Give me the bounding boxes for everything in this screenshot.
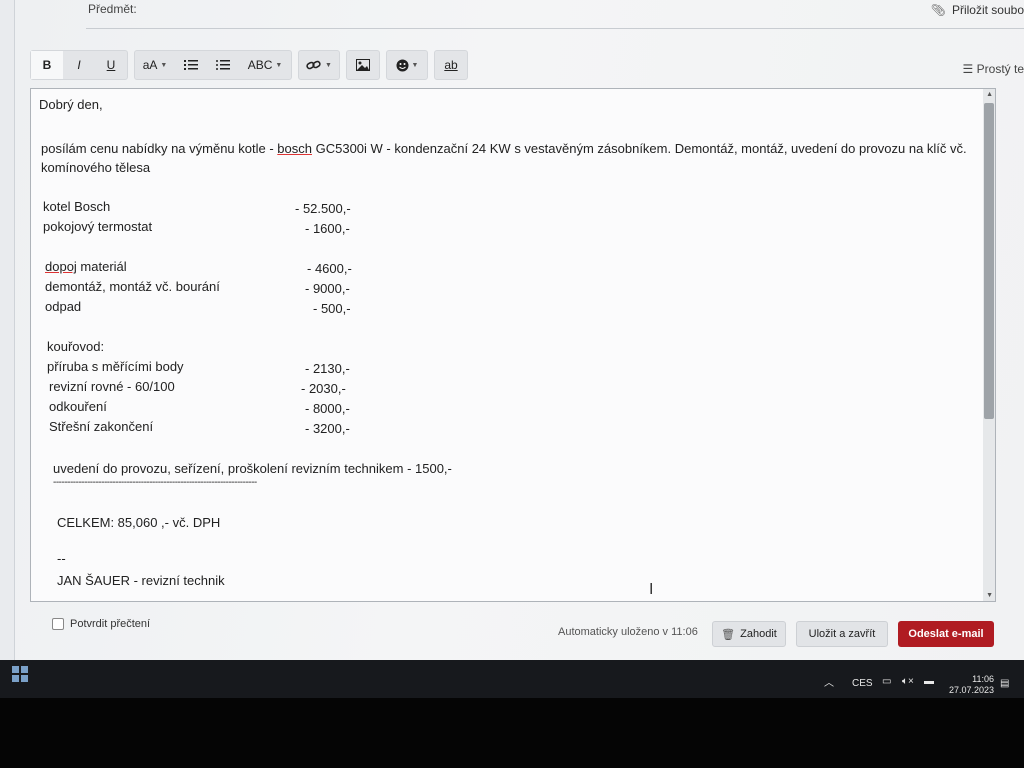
- item-label: pokojový termostat: [43, 219, 153, 234]
- separator-line: ----------------------------------------…: [53, 477, 257, 488]
- bold-button[interactable]: B: [31, 51, 63, 79]
- subject-label: Předmět:: [88, 2, 137, 16]
- system-clock[interactable]: 11:06 27.07.2023: [949, 674, 994, 696]
- monitor-bezel: [0, 698, 1024, 768]
- start-app-icon[interactable]: [12, 666, 28, 682]
- confirm-read-checkbox[interactable]: [52, 618, 64, 630]
- item-price: - 9000,-: [305, 281, 350, 296]
- item-price: - 2030,-: [301, 381, 346, 396]
- item-label: odkouření: [49, 399, 107, 414]
- scrollbar-thumb[interactable]: [984, 103, 994, 419]
- italic-button[interactable]: I: [63, 51, 95, 79]
- emoji-icon[interactable]: ▼: [387, 51, 427, 79]
- trash-icon: 🗑︎: [721, 628, 736, 641]
- clear-format-group: ab: [434, 50, 468, 80]
- subject-row[interactable]: Předmět: 📎︎ Přiložit soubo: [86, 0, 1024, 29]
- confirm-read-label: Potvrdit přečtení: [70, 618, 151, 630]
- tray-chevron-icon[interactable]: ︿: [824, 674, 834, 689]
- clear-formatting-button[interactable]: ab: [435, 51, 467, 79]
- image-icon[interactable]: [347, 51, 379, 79]
- save-close-button[interactable]: Uložit a zavřít: [796, 621, 888, 647]
- emoji-group: ▼: [386, 50, 428, 80]
- item-price: - 1600,-: [305, 221, 350, 236]
- bullet-list-icon[interactable]: [207, 51, 239, 79]
- item-price: - 52.500,-: [295, 201, 351, 216]
- item-label: kotel Bosch: [43, 199, 111, 214]
- item-label: příruba s měřícími body: [47, 359, 184, 374]
- plain-text-icon: ☰: [962, 62, 974, 76]
- paperclip-icon: 📎︎: [930, 3, 946, 17]
- paragraph-group: aA ▼ ABC ▼: [134, 50, 292, 80]
- notifications-icon[interactable]: ▤: [1000, 678, 1009, 689]
- item-label: revizní rovné - 60/100: [49, 379, 175, 394]
- total-line: CELKEM: 85,060 ,- vč. DPH: [57, 515, 221, 530]
- numbered-list-icon[interactable]: [175, 51, 207, 79]
- email-client-window: Předmět: 📎︎ Přiložit soubo B I U aA ▼ ABC ▼…: [0, 0, 1024, 660]
- insert-group: ▼: [298, 50, 340, 80]
- formatting-toolbar: B I U aA ▼ ABC ▼ ▼ ▼ ab: [30, 50, 468, 80]
- item-price: - 8000,-: [305, 401, 350, 416]
- item-price: - 2130,-: [305, 361, 350, 376]
- commissioning-line: uvedení do provozu, seřízení, proškolení…: [53, 461, 452, 476]
- clock-time: 11:06: [972, 674, 994, 684]
- compose-footer: Potvrdit přečtení Automaticky uloženo v …: [30, 612, 1000, 648]
- item-label: demontáž, montáž vč. bourání: [45, 279, 220, 294]
- item-label: odpad: [45, 299, 82, 314]
- item-price: - 500,-: [313, 301, 351, 316]
- message-body-editor[interactable]: Dobrý den, posílám cenu nabídky na výměn…: [30, 88, 996, 602]
- editor-scrollbar[interactable]: ▲ ▼: [983, 89, 995, 601]
- link-icon[interactable]: ▼: [299, 51, 339, 79]
- intro-paragraph: posílám cenu nabídky na výměnu kotle - b…: [41, 141, 967, 175]
- left-sidebar-edge: [0, 0, 15, 660]
- plain-text-label: Prostý te: [976, 62, 1024, 76]
- clock-date: 27.07.2023: [948, 685, 994, 695]
- discard-button[interactable]: 🗑︎ Zahodit: [712, 621, 786, 647]
- media-group: [346, 50, 380, 80]
- send-email-button[interactable]: Odeslat e-mail: [898, 621, 994, 647]
- section-heading: kouřovod:: [47, 339, 105, 354]
- item-label: dopoj materiál: [45, 259, 127, 274]
- plain-text-toggle[interactable]: ☰ Prostý te: [963, 62, 1024, 76]
- attach-file-label: Přiložit soubo: [951, 3, 1024, 17]
- signature-dash: --: [57, 551, 66, 566]
- item-price: - 4600,-: [307, 261, 352, 276]
- language-indicator[interactable]: CES: [852, 678, 873, 689]
- battery-icon[interactable]: ▬: [924, 676, 934, 687]
- text-style-group: B I U: [30, 50, 128, 80]
- greeting-text: Dobrý den,: [39, 97, 103, 112]
- item-label: Střešní zakončení: [49, 419, 154, 434]
- item-price: - 3200,-: [305, 421, 350, 436]
- volume-muted-icon[interactable]: 🔈︎×: [902, 676, 914, 687]
- windows-taskbar: ︿ CES ▭ 🔈︎× ▬ 11:06 27.07.2023 ▤: [0, 660, 1024, 698]
- font-size-dropdown[interactable]: aA ▼: [135, 51, 175, 79]
- text-cursor-icon: I: [649, 581, 654, 598]
- underline-button[interactable]: U: [95, 51, 127, 79]
- attach-file-button[interactable]: 📎︎ Přiložit soubo: [931, 3, 1024, 17]
- scroll-up-icon[interactable]: ▲: [986, 91, 993, 98]
- signature-line: JAN ŠAUER - revizní technik: [57, 573, 225, 588]
- autosave-status: Automaticky uloženo v 11:06: [558, 626, 698, 638]
- scroll-down-icon[interactable]: ▼: [986, 592, 993, 599]
- spellcheck-dropdown[interactable]: ABC ▼: [239, 51, 291, 79]
- network-icon[interactable]: ▭: [882, 676, 891, 687]
